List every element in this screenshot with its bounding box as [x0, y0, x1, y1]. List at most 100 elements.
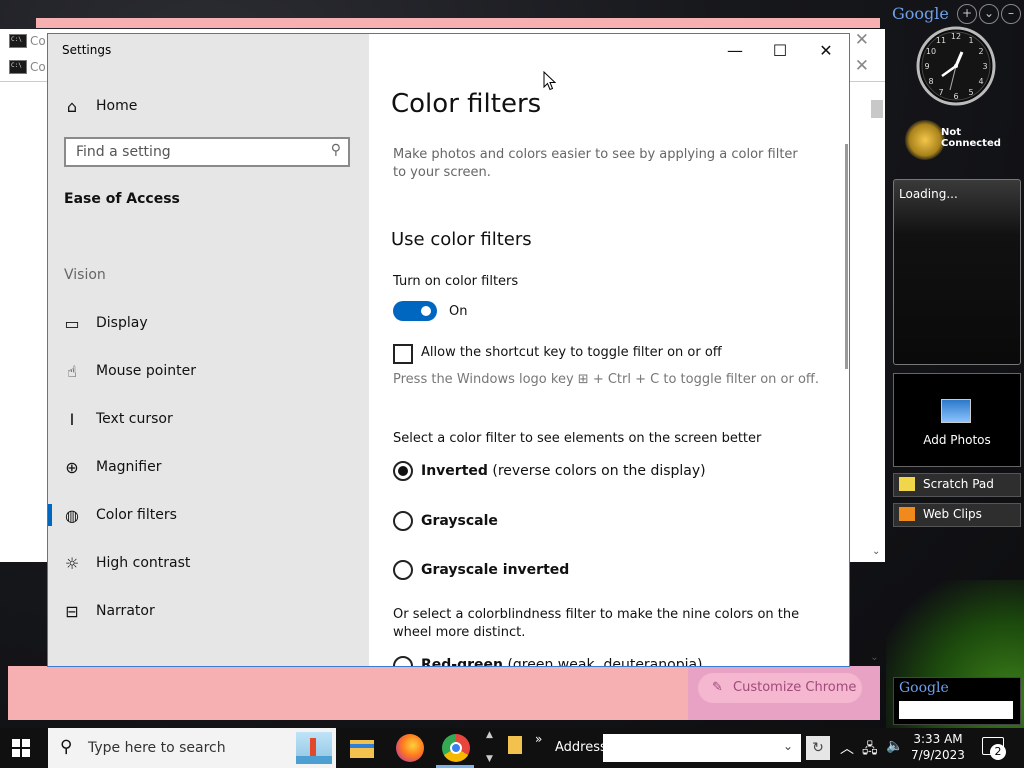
scrollbar-thumb[interactable]	[845, 144, 848, 369]
find-setting-search[interactable]: Find a setting ⚲	[64, 137, 350, 167]
address-dropdown-icon[interactable]: ⌄	[783, 739, 793, 753]
nav-color-filters[interactable]: ◍ Color filters	[48, 493, 369, 537]
clock-time: 3:33 AM	[913, 732, 963, 746]
file-explorer-icon[interactable]	[348, 734, 376, 762]
color-filters-toggle[interactable]	[393, 301, 437, 321]
scroll-down-icon[interactable]: ⌄	[872, 546, 880, 557]
filter-name: Grayscale inverted	[421, 562, 570, 578]
settings-window[interactable]: Settings ⌂ Home Find a setting ⚲ Ease of…	[47, 33, 850, 667]
chrome-icon[interactable]	[442, 734, 470, 762]
filter-desc: (green weak, deuteranopia)	[507, 657, 703, 667]
close-icon[interactable]: ✕	[855, 30, 869, 50]
google-search-gadget[interactable]: Google	[893, 677, 1021, 725]
nav-text-cursor[interactable]: I Text cursor	[48, 397, 369, 441]
network-icon[interactable]: 🖧	[862, 738, 878, 762]
nav-home[interactable]: ⌂ Home	[48, 84, 369, 128]
minimize-sidebar-icon[interactable]: –	[1001, 4, 1021, 24]
nav-display[interactable]: ▭ Display	[48, 301, 369, 345]
feed-gadget[interactable]: Loading...	[893, 179, 1021, 365]
scrollbar-thumb[interactable]	[871, 100, 883, 118]
close-icon: ✕	[819, 40, 833, 60]
gadget-menu-icon[interactable]: ⌄	[979, 4, 999, 24]
scratch-pad-gadget[interactable]: Scratch Pad	[893, 473, 1021, 497]
customize-chrome-button[interactable]: ✎ Customize Chrome	[698, 673, 862, 703]
windows-start-icon[interactable]	[12, 739, 30, 757]
search-highlight-image	[296, 732, 332, 764]
customize-chrome-label: Customize Chrome	[733, 680, 857, 695]
nav-label: Magnifier	[96, 459, 162, 475]
firefox-icon[interactable]	[396, 734, 424, 762]
nav-narrator[interactable]: ⊟ Narrator	[48, 589, 369, 633]
nav-label: Color filters	[96, 507, 177, 523]
radio-inverted[interactable]	[393, 461, 413, 481]
google-logo: Google	[892, 4, 949, 23]
add-gadget-icon[interactable]: +	[957, 4, 977, 24]
scroll-up-icon[interactable]: ▲	[486, 730, 493, 740]
minimize-icon: —	[727, 40, 743, 60]
svg-text:11: 11	[936, 36, 946, 45]
google-search-input[interactable]	[899, 701, 1013, 719]
nav-label: Narrator	[96, 603, 155, 619]
narrator-icon: ⊟	[65, 601, 79, 621]
inverted-label: Inverted (reverse colors on the display)	[421, 463, 706, 479]
notification-count-badge: 2	[990, 744, 1006, 760]
radio-grayscale[interactable]	[393, 511, 413, 531]
show-hidden-icons-icon[interactable]: ︿	[840, 738, 854, 758]
refresh-icon[interactable]: ↻	[806, 736, 830, 760]
weather-sun-icon	[905, 120, 945, 160]
radio-grayscale-inverted[interactable]	[393, 560, 413, 580]
nav-label: Text cursor	[96, 411, 173, 427]
palette-icon: ◍	[65, 505, 79, 525]
filter-desc: (reverse colors on the display)	[492, 463, 706, 479]
colorblind-label: Or select a colorblindness filter to mak…	[393, 607, 800, 640]
add-photos-label: Add Photos	[923, 433, 991, 447]
cmd-window-title: Co	[30, 60, 46, 74]
rss-icon	[899, 507, 915, 521]
cmd-window-title: Co	[30, 34, 46, 48]
address-input[interactable]: ⌄	[603, 734, 801, 762]
settings-sidebar: Settings ⌂ Home Find a setting ⚲ Ease of…	[48, 34, 369, 666]
nav-magnifier[interactable]: ⊕ Magnifier	[48, 445, 369, 489]
close-button[interactable]: ✕	[803, 34, 849, 66]
section-heading: Vision	[64, 267, 106, 283]
page-description: Make photos and colors easier to see by …	[393, 147, 798, 180]
nav-label: High contrast	[96, 555, 191, 571]
photos-gadget[interactable]: Add Photos	[893, 373, 1021, 467]
grayscale-inverted-label: Grayscale inverted	[421, 562, 569, 578]
toggle-knob	[421, 306, 431, 316]
scroll-down-icon[interactable]: ▼	[486, 754, 493, 764]
maximize-button[interactable]: ☐	[757, 34, 803, 66]
cmd-icon	[9, 34, 27, 48]
scratch-pad-label: Scratch Pad	[923, 477, 994, 491]
chrome-new-tab-page: ✎ Customize Chrome	[8, 666, 880, 720]
pencil-icon: ✎	[712, 680, 723, 695]
volume-icon[interactable]: 🔈	[886, 738, 903, 754]
photo-icon	[941, 399, 971, 423]
cmd-icon	[9, 60, 27, 74]
svg-text:4: 4	[978, 77, 983, 86]
text-cursor-icon: I	[69, 409, 75, 429]
clock-date: 7/9/2023	[911, 748, 965, 762]
folder-toolbar-icon[interactable]	[508, 736, 522, 754]
scroll-down-icon[interactable]: ⌄	[849, 652, 885, 666]
minimize-button[interactable]: —	[712, 34, 758, 66]
shortcut-checkbox[interactable]	[393, 344, 413, 364]
svg-text:1: 1	[968, 36, 973, 45]
svg-text:8: 8	[928, 77, 933, 86]
maximize-icon: ☐	[772, 40, 788, 60]
toolbar-chevron[interactable]: »	[535, 732, 542, 746]
magnifier-icon: ⊕	[65, 457, 79, 477]
analog-clock[interactable]: 12 12 3 45 6 78 9 1011	[916, 26, 996, 106]
search-icon: ⚲	[330, 142, 341, 158]
taskbar-search-box[interactable]: ⚲ Type here to search	[48, 728, 336, 768]
shortcut-hint-pre: Press the Windows logo key	[393, 372, 574, 387]
close-icon[interactable]: ✕	[855, 56, 869, 76]
clock[interactable]: 3:33 AM 7/9/2023	[910, 731, 966, 763]
search-placeholder: Find a setting	[76, 144, 171, 160]
nav-mouse-pointer[interactable]: ☝ Mouse pointer	[48, 349, 369, 393]
svg-text:7: 7	[938, 88, 943, 97]
nav-high-contrast[interactable]: ☼ High contrast	[48, 541, 369, 585]
toggle-state: On	[449, 304, 468, 319]
radio-red-green[interactable]	[393, 656, 413, 666]
web-clips-gadget[interactable]: Web Clips	[893, 503, 1021, 527]
